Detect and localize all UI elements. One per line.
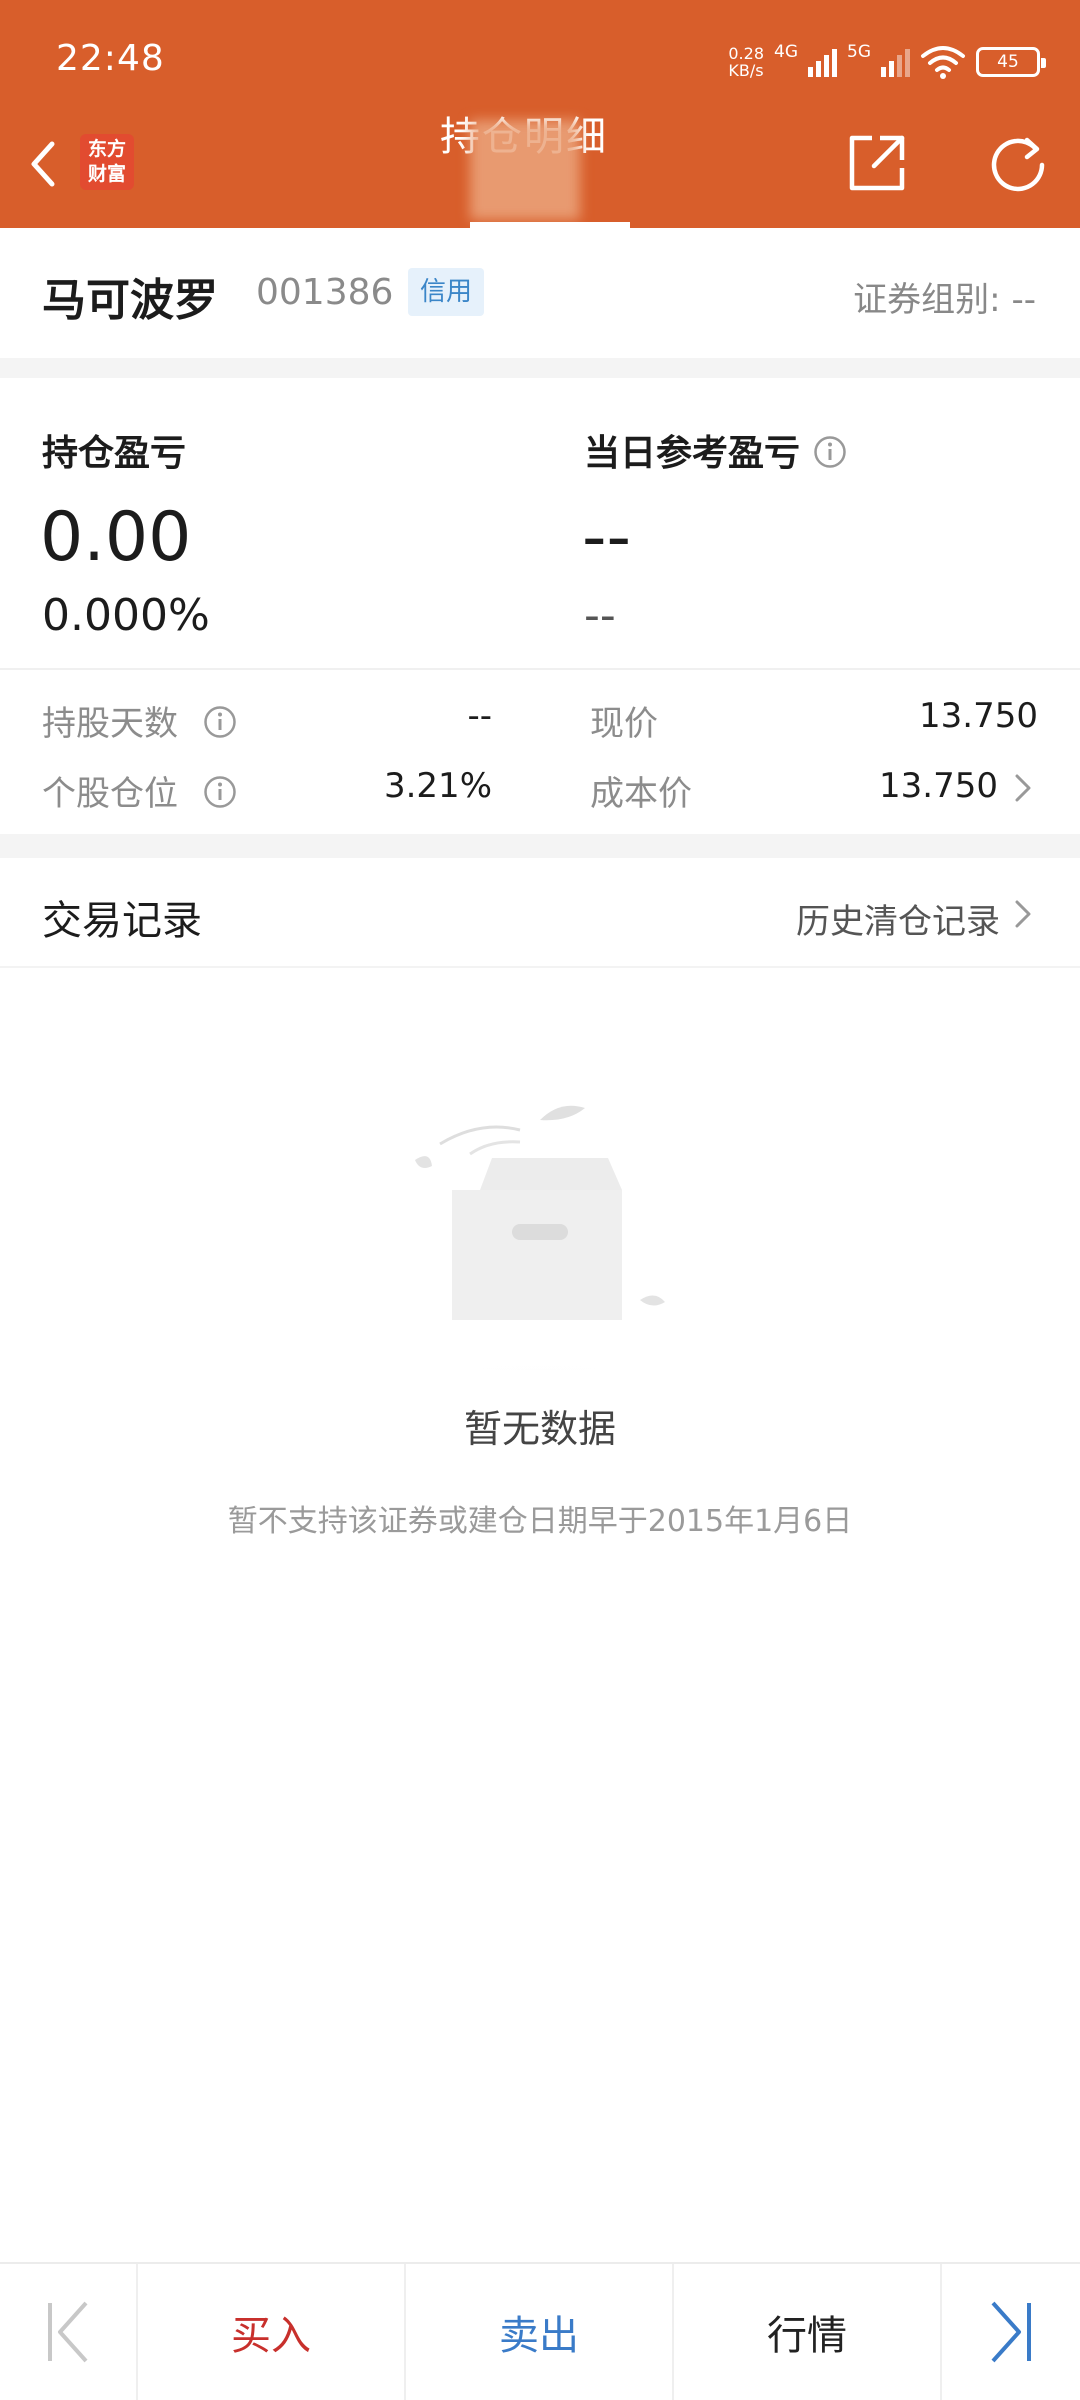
quote-button[interactable]: 行情	[674, 2264, 942, 2400]
sim1-signal-icon	[808, 47, 837, 77]
next-stock-button[interactable]	[942, 2264, 1080, 2400]
app-logo-line1: 东方	[87, 138, 126, 160]
empty-state-title: 暂无数据	[463, 1407, 616, 1451]
position-label: 个股仓位	[42, 774, 178, 814]
wifi-icon	[921, 46, 965, 79]
status-bar: 22:48 0.28 KB/s 4G 5G 45	[0, 0, 1080, 120]
current-price-label: 现价	[590, 704, 658, 744]
chevron-right-icon[interactable]	[1012, 896, 1034, 932]
back-arrow-icon[interactable]	[20, 132, 64, 196]
current-price-value: 13.750	[919, 696, 1038, 736]
network-speed: 0.28 KB/s	[728, 45, 764, 79]
history-clearance-link[interactable]: 历史清仓记录	[796, 894, 1000, 943]
empty-box-illustration	[320, 1105, 760, 1370]
battery-level: 45	[997, 52, 1019, 72]
skip-previous-icon	[48, 2301, 88, 2363]
app-logo: 东方 财富	[80, 134, 134, 190]
battery-icon: 45	[976, 47, 1046, 77]
holding-pnl-percent: 0.000%	[42, 590, 210, 641]
sell-button[interactable]: 卖出	[406, 2264, 674, 2400]
daily-pnl-value: --	[582, 498, 632, 577]
share-icon[interactable]	[846, 132, 908, 194]
stock-name: 马可波罗	[42, 275, 218, 326]
trade-records-title: 交易记录	[42, 898, 202, 944]
buy-button[interactable]: 买入	[138, 2264, 406, 2400]
position-value: 3.21%	[383, 766, 492, 806]
pnl-divider	[0, 668, 1080, 670]
sim1-network-type: 4G	[774, 42, 798, 62]
info-icon[interactable]	[203, 775, 237, 809]
empty-state-note: 暂不支持该证券或建仓日期早于2015年1月6日	[227, 1504, 853, 1539]
security-group-value: --	[1011, 280, 1036, 320]
status-time: 22:48	[56, 38, 165, 79]
skip-next-icon	[991, 2301, 1031, 2363]
title-redaction-blur	[470, 120, 580, 220]
app-logo-line2: 财富	[87, 163, 126, 185]
holding-pnl-value: 0.00	[40, 498, 192, 577]
chevron-right-icon[interactable]	[1012, 770, 1034, 806]
daily-pnl-sub: --	[584, 590, 616, 641]
trade-records-header: 交易记录 历史清仓记录	[0, 858, 1080, 968]
bottom-toolbar: 买入 卖出 行情	[0, 2262, 1080, 2400]
sim2-signal-icon	[881, 47, 910, 77]
position-row-label: 个股仓位	[42, 766, 237, 815]
info-icon[interactable]	[203, 705, 237, 739]
security-group-label: 证券组别:	[853, 280, 1001, 320]
sell-button-label: 卖出	[499, 2313, 579, 2359]
section-divider	[0, 834, 1080, 858]
hold-days-value: --	[467, 696, 492, 736]
buy-button-label: 买入	[231, 2313, 311, 2359]
section-divider	[0, 358, 1080, 378]
quote-button-label: 行情	[767, 2313, 847, 2359]
hold-days-row-label: 持股天数	[42, 696, 237, 745]
cost-price-value[interactable]: 13.750	[879, 766, 998, 806]
refresh-icon[interactable]	[985, 132, 1051, 198]
daily-pnl-title: 当日参考盈亏	[584, 433, 801, 474]
network-speed-unit: KB/s	[728, 61, 764, 80]
previous-stock-button[interactable]	[0, 2264, 138, 2400]
app-header: 22:48 0.28 KB/s 4G 5G 45 东方 财富	[0, 0, 1080, 228]
hold-days-label: 持股天数	[42, 704, 178, 744]
stock-code: 001386	[256, 272, 394, 313]
holding-pnl-title: 持仓盈亏	[42, 433, 187, 474]
stock-info-row: 马可波罗 001386 信用 证券组别: --	[0, 228, 1080, 358]
cost-price-label: 成本价	[590, 774, 692, 814]
security-group: 证券组别: --	[853, 272, 1036, 321]
sim2-network-type: 5G	[847, 42, 871, 62]
status-indicators: 0.28 KB/s 4G 5G 45	[728, 40, 1046, 84]
info-icon[interactable]	[813, 435, 847, 469]
pnl-card: 持仓盈亏 0.00 0.000% 当日参考盈亏 -- -- 持股天数 -- 个股…	[0, 378, 1080, 834]
network-speed-value: 0.28	[728, 44, 764, 63]
credit-tag-badge: 信用	[408, 268, 485, 316]
daily-pnl-heading: 当日参考盈亏	[584, 424, 847, 476]
